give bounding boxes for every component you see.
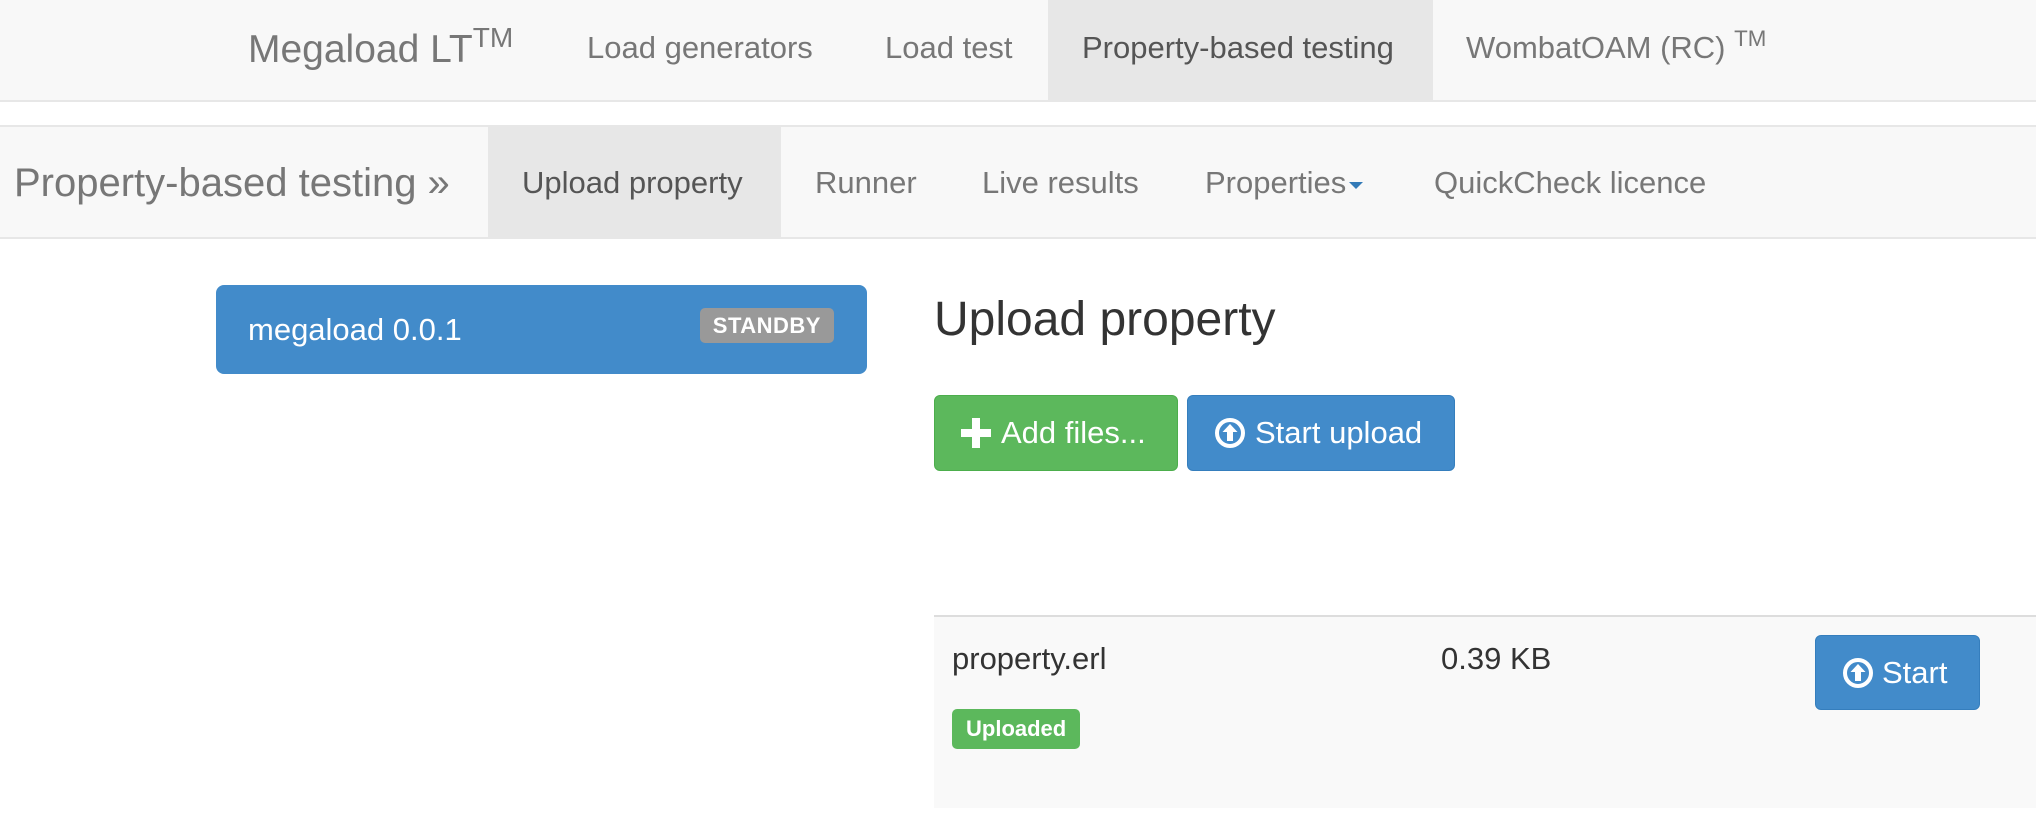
tab-live-results-label: Live results (982, 165, 1139, 200)
circle-arrow-up-icon (1843, 657, 1873, 688)
start-upload-button[interactable]: Start upload (1187, 395, 1455, 471)
nav-wombatoam-label: WombatOAM (RC) (1466, 30, 1735, 65)
section-title: Property-based testing » (14, 161, 450, 205)
tab-properties-dropdown[interactable]: Properties (1171, 127, 1397, 237)
tab-upload-property[interactable]: Upload property (488, 127, 781, 237)
tab-live-results[interactable]: Live results (948, 127, 1173, 237)
tab-quickcheck-licence-label: QuickCheck licence (1434, 165, 1707, 200)
start-button[interactable]: Start (1815, 635, 1980, 710)
start-upload-label: Start upload (1255, 415, 1423, 450)
tab-properties-label: Properties (1205, 165, 1347, 200)
node-list-item-active[interactable]: megaload 0.0.1 STANDBY (216, 285, 867, 374)
nav-property-based-testing[interactable]: Property-based testing (1048, 0, 1433, 100)
circle-arrow-up-icon (1215, 418, 1245, 448)
nav-property-based-testing-label: Property-based testing (1082, 30, 1394, 65)
tab-quickcheck-licence[interactable]: QuickCheck licence (1400, 127, 1740, 237)
status-badge: STANDBY (699, 308, 834, 343)
tab-runner-label: Runner (815, 165, 917, 200)
plus-icon (961, 418, 991, 448)
nav-wombatoam-trademark: TM (1734, 25, 1767, 51)
file-size: 0.39 KB (1441, 641, 1552, 676)
brand-trademark: TM (472, 21, 514, 53)
start-label: Start (1882, 655, 1948, 690)
nav-load-generators[interactable]: Load generators (553, 0, 847, 100)
add-files-label: Add files... (1001, 415, 1146, 450)
brand-name: Megaload LT (248, 28, 473, 71)
top-navbar: Megaload LTTM Load generators Load test … (0, 0, 2036, 102)
tab-runner[interactable]: Runner (781, 127, 951, 237)
file-name: property.erl (952, 641, 1107, 676)
brand-logo[interactable]: Megaload LTTM (248, 0, 513, 100)
upload-status-badge: Uploaded (952, 709, 1081, 749)
nav-wombatoam[interactable]: WombatOAM (RC) TM (1432, 0, 1800, 100)
sub-navbar: Property-based testing » Upload property… (0, 125, 2036, 239)
node-name: megaload 0.0.1 (248, 312, 462, 347)
caret-down-icon (1349, 182, 1364, 190)
tab-upload-property-label: Upload property (522, 165, 743, 200)
page-title: Upload property (934, 293, 1276, 346)
add-files-button[interactable]: Add files... (934, 395, 1178, 471)
nav-load-generators-label: Load generators (587, 30, 813, 65)
nav-load-test-label: Load test (885, 30, 1013, 65)
nav-load-test[interactable]: Load test (851, 0, 1047, 100)
